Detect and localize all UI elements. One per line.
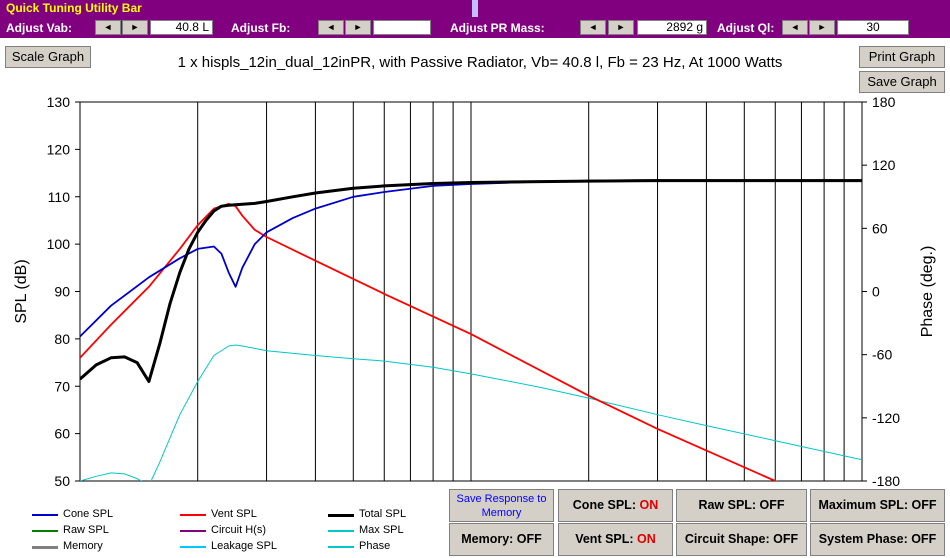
y-tick-label: 90 bbox=[54, 284, 70, 300]
spl-chart: 50 60 70 80 90 100 110 120 130 -180 -120 -60 0 60 120 1… bbox=[13, 94, 936, 490]
y-axis-label: SPL (dB) bbox=[13, 259, 30, 323]
legend-swatch bbox=[32, 514, 58, 516]
legend-label: Cone SPL bbox=[63, 508, 114, 520]
cone-spl-toggle[interactable]: Cone SPL: ON bbox=[558, 489, 673, 522]
vent-spl-state: ON bbox=[637, 532, 656, 546]
vent-spl-label: Vent SPL: bbox=[575, 532, 634, 546]
legend-label: Raw SPL bbox=[63, 524, 109, 536]
legend-swatch bbox=[180, 530, 206, 532]
y-tick-label: 80 bbox=[54, 331, 70, 347]
memory-toggle[interactable]: Memory: OFF bbox=[449, 523, 554, 556]
legend-label: Memory bbox=[63, 540, 103, 552]
y-tick-label: 120 bbox=[47, 141, 71, 157]
legend-swatch bbox=[328, 530, 354, 532]
y-tick-label: 130 bbox=[47, 94, 71, 110]
y2-axis-label: Phase (deg.) bbox=[919, 246, 936, 338]
legend: Cone SPL Vent SPL Total SPL Raw SPL Circuit … bbox=[0, 502, 440, 558]
legend-label: Leakage SPL bbox=[211, 540, 278, 552]
legend-label: Phase bbox=[359, 540, 391, 552]
y-tick-label: 110 bbox=[48, 189, 71, 205]
raw-spl-toggle[interactable]: Raw SPL: OFF bbox=[676, 489, 807, 522]
cone-spl-state: ON bbox=[639, 498, 659, 512]
legend-label: Circuit H(s) bbox=[211, 524, 266, 536]
circuit-shape-toggle[interactable]: Circuit Shape: OFF bbox=[676, 523, 807, 556]
y2-tick-label: 180 bbox=[872, 94, 896, 110]
system-phase-toggle[interactable]: System Phase: OFF bbox=[810, 523, 945, 556]
y-tick-label: 60 bbox=[54, 426, 70, 442]
y2-tick-label: 60 bbox=[872, 220, 888, 236]
y-tick-label: 100 bbox=[47, 236, 71, 252]
vent-spl-toggle[interactable]: Vent SPL: ON bbox=[558, 523, 673, 556]
legend-swatch bbox=[328, 514, 354, 517]
save-response-button[interactable]: Save Response to Memory bbox=[449, 489, 554, 522]
legend-label: Total SPL bbox=[359, 508, 407, 520]
y-tick-label: 70 bbox=[54, 378, 70, 394]
legend-swatch bbox=[32, 530, 58, 532]
y2-tick-label: -180 bbox=[872, 473, 900, 489]
x-tick-label: 10 bbox=[72, 487, 88, 490]
y2-tick-label: -60 bbox=[872, 347, 892, 363]
y2-tick-label: 120 bbox=[872, 157, 896, 173]
legend-swatch bbox=[32, 546, 58, 549]
legend-swatch bbox=[328, 546, 354, 548]
maximum-spl-toggle[interactable]: Maximum SPL: OFF bbox=[810, 489, 945, 522]
y-tick-label: 50 bbox=[54, 473, 70, 489]
y2-tick-label: 0 bbox=[872, 284, 880, 300]
legend-label: Vent SPL bbox=[211, 508, 257, 520]
y2-tick-label: -120 bbox=[872, 410, 900, 426]
legend-label: Max SPL bbox=[359, 524, 404, 536]
legend-swatch bbox=[180, 546, 206, 548]
legend-swatch bbox=[180, 514, 206, 516]
cone-spl-label: Cone SPL: bbox=[572, 498, 636, 512]
